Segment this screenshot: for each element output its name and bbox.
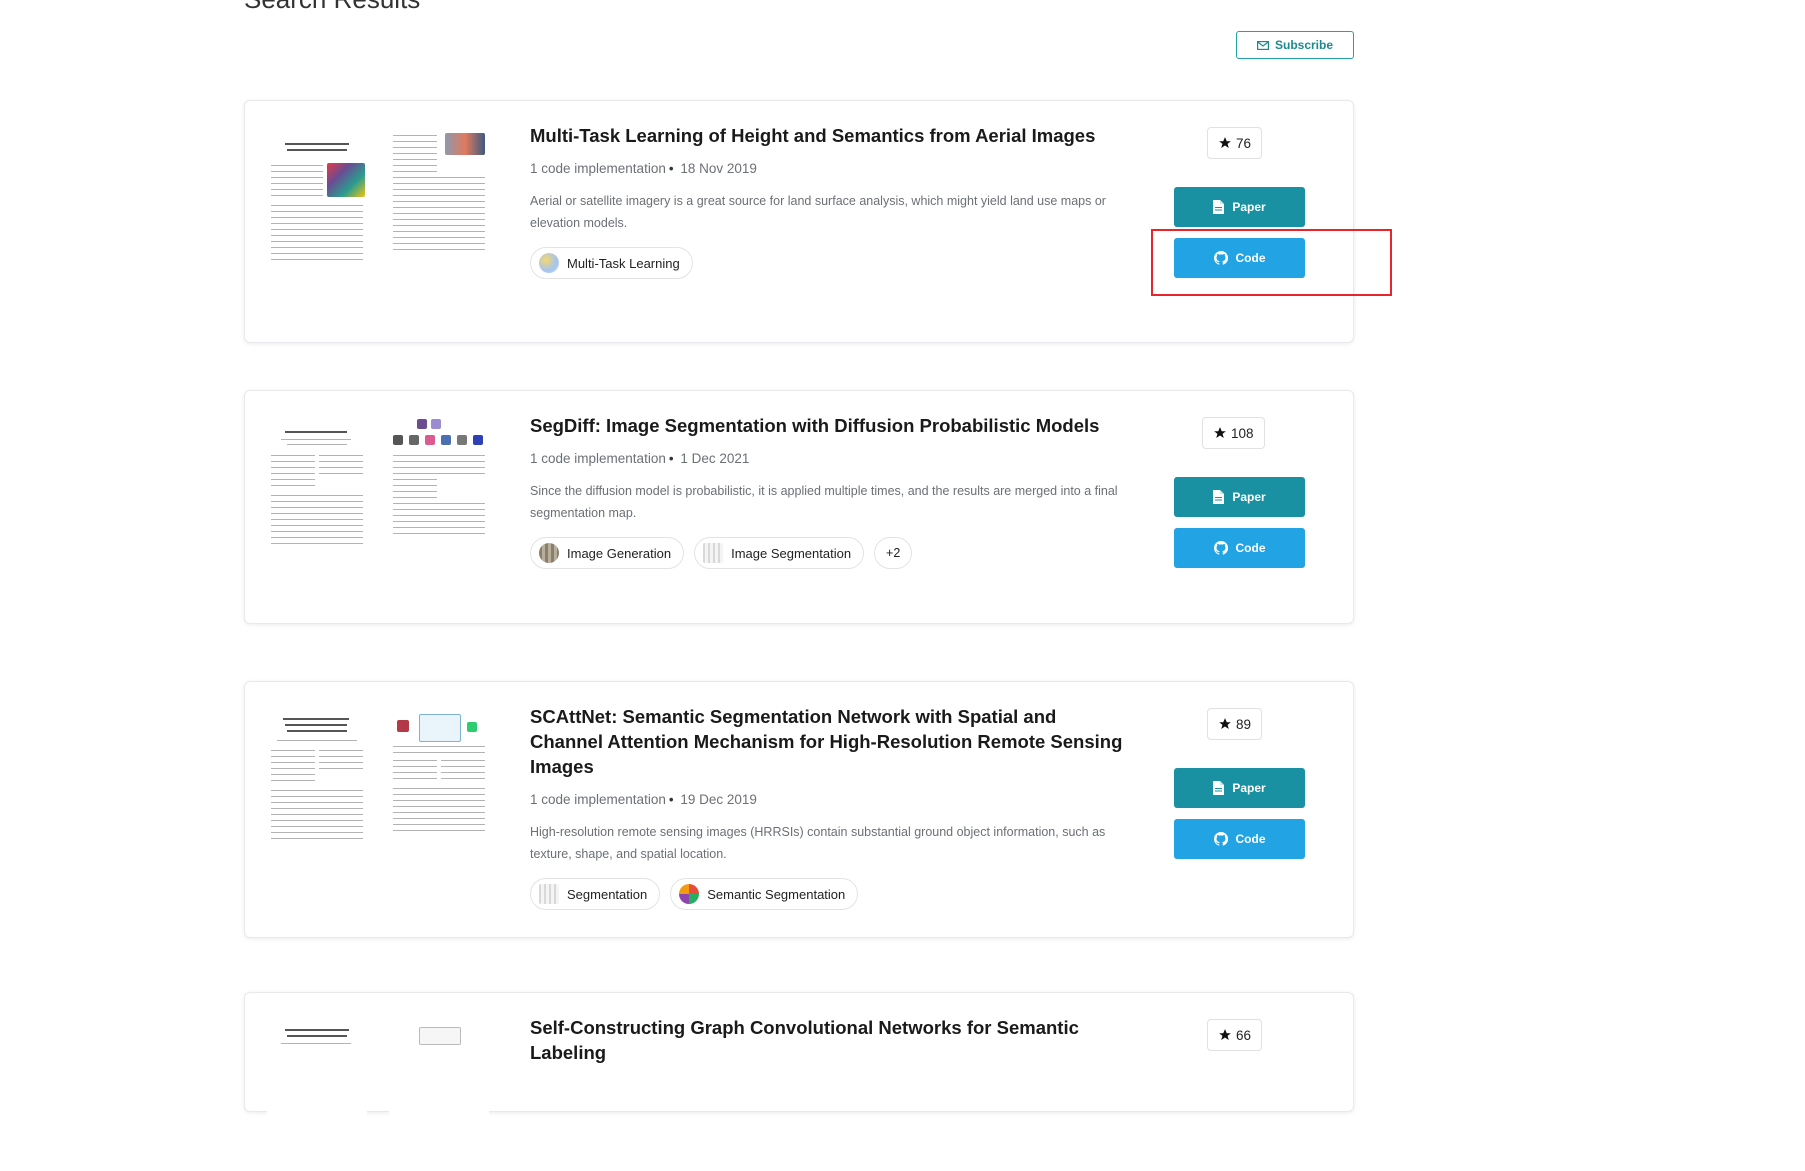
separator-dot: • [668,451,674,466]
file-text-icon [1213,781,1225,795]
multi-task-learning-icon [539,253,559,273]
task-tag[interactable]: Segmentation [530,878,661,910]
image-generation-icon [539,543,559,563]
stars-count: 89 [1236,716,1252,732]
task-tag-label: Semantic Segmentation [707,886,846,902]
publish-date: 18 Nov 2019 [680,161,757,176]
task-tag-label: Image Generation [567,545,672,561]
implementation-count[interactable]: 1 code implementation [530,792,666,807]
paper-button-label: Paper [1232,781,1266,795]
star-icon [1219,1029,1231,1040]
task-tag[interactable]: Image Generation [530,537,685,569]
paper-thumbnail[interactable] [267,1021,497,1171]
star-icon [1219,718,1231,729]
code-button[interactable]: Code [1174,528,1305,568]
subscribe-label: Subscribe [1274,38,1334,52]
paper-title[interactable]: Multi-Task Learning of Height and Semant… [530,123,1125,148]
stars-count: 76 [1236,135,1252,151]
paper-abstract: High-resolution remote sensing images (H… [530,825,1106,861]
separator-dot: • [668,161,674,176]
more-tasks-button[interactable]: +2 [874,537,913,569]
code-button[interactable]: Code [1174,819,1305,859]
stars-badge[interactable]: 108 [1202,417,1265,449]
paper-button[interactable]: Paper [1174,187,1305,227]
subscribe-button[interactable]: Subscribe [1236,31,1354,59]
github-icon [1213,832,1228,846]
result-card: Self-Constructing Graph Convolutional Ne… [244,992,1354,1159]
implementation-count[interactable]: 1 code implementation [530,161,666,176]
separator-dot: • [668,792,674,807]
result-card: Multi-Task Learning of Height and Semant… [244,100,1354,343]
task-tag-label: Image Segmentation [731,545,852,561]
paper-abstract: Since the diffusion model is probabilist… [530,484,1118,520]
paper-button-label: Paper [1232,200,1266,214]
task-tag[interactable]: Multi-Task Learning [530,247,693,279]
paper-thumbnail[interactable] [267,129,497,279]
stars-badge[interactable]: 76 [1207,127,1263,159]
highlight-box [1151,229,1392,296]
result-card: SCAttNet: Semantic Segmentation Network … [244,681,1354,938]
paper-button[interactable]: Paper [1174,477,1305,517]
code-button-label: Code [1235,832,1266,846]
paper-thumbnail[interactable] [267,419,497,569]
segmentation-icon [539,884,559,904]
publish-date: 19 Dec 2019 [680,792,757,807]
task-tag[interactable]: Image Segmentation [694,537,865,569]
result-card: SegDiff: Image Segmentation with Diffusi… [244,390,1354,624]
paper-title[interactable]: SegDiff: Image Segmentation with Diffusi… [530,413,1125,438]
file-text-icon [1213,490,1225,504]
publish-date: 1 Dec 2021 [680,451,750,466]
envelope-icon [1256,40,1269,50]
image-segmentation-icon [703,543,724,563]
stars-count: 66 [1236,1027,1252,1043]
star-icon [1214,427,1226,438]
page-heading: Search Results [244,0,420,15]
github-icon [1213,541,1228,555]
semantic-segmentation-icon [679,884,700,904]
paper-button-label: Paper [1232,490,1266,504]
stars-badge[interactable]: 89 [1207,708,1263,740]
paper-abstract: Aerial or satellite imagery is a great s… [530,194,1106,230]
paper-thumbnail[interactable] [267,710,497,860]
paper-title[interactable]: Self-Constructing Graph Convolutional Ne… [530,1015,1125,1065]
stars-count: 108 [1231,425,1254,441]
paper-button[interactable]: Paper [1174,768,1305,808]
task-tag-label: Multi-Task Learning [567,255,680,271]
task-tag-label: Segmentation [567,886,648,902]
stars-badge[interactable]: 66 [1207,1019,1263,1051]
file-text-icon [1213,200,1225,214]
code-button-label: Code [1235,541,1266,555]
paper-title[interactable]: SCAttNet: Semantic Segmentation Network … [530,704,1125,779]
implementation-count[interactable]: 1 code implementation [530,451,666,466]
task-tag[interactable]: Semantic Segmentation [670,878,859,910]
star-icon [1219,137,1231,148]
